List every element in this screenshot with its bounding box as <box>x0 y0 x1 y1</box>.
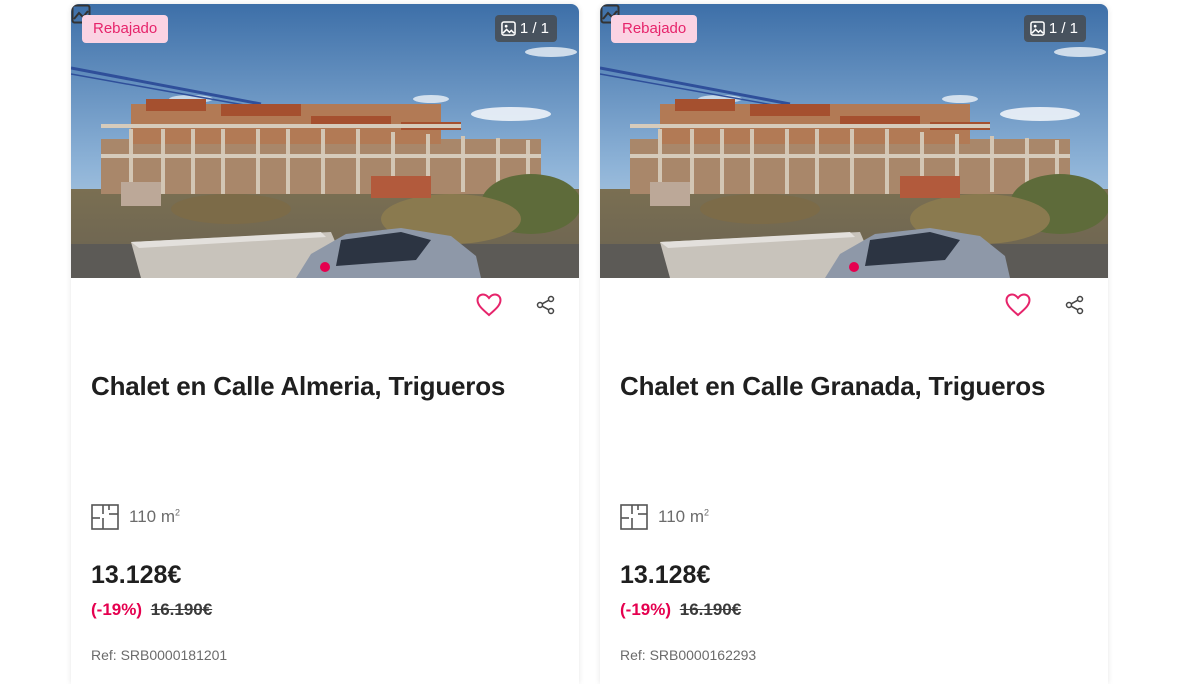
discount-percent: (-19%) <box>91 600 143 619</box>
floor-plan-icon <box>620 504 648 530</box>
listing-title[interactable]: Chalet en Calle Almeria, Trigueros <box>91 371 505 402</box>
listing-card[interactable]: Rebajado 1 / 1 Chalet en Cal <box>600 4 1108 684</box>
reference-code: Ref: SRB0000181201 <box>91 647 228 663</box>
old-price: 16.190€ <box>679 600 742 619</box>
current-price: 13.128€ <box>91 561 182 589</box>
favorite-button[interactable] <box>1005 292 1031 318</box>
card-actions <box>476 292 559 318</box>
floor-plan-icon <box>91 504 119 530</box>
heart-outline-icon <box>476 293 502 317</box>
image-icon <box>1030 21 1045 36</box>
discount-percent: (-19%) <box>620 600 672 619</box>
listing-card[interactable]: Rebajado 1 / 1 Chalet en Cal <box>71 4 579 684</box>
current-price: 13.128€ <box>620 561 711 589</box>
share-button[interactable] <box>533 292 559 318</box>
share-button[interactable] <box>1062 292 1088 318</box>
listing-title[interactable]: Chalet en Calle Granada, Trigueros <box>620 371 1045 402</box>
old-price: 16.190€ <box>150 600 213 619</box>
surface-area: 110 m2 <box>620 504 709 530</box>
price-discount: (-19%) 16.190€ <box>91 600 212 620</box>
discount-badge: Rebajado <box>82 15 169 43</box>
card-actions <box>1005 292 1088 318</box>
surface-area: 110 m2 <box>91 504 180 530</box>
share-icon <box>1065 295 1084 315</box>
heart-outline-icon <box>1005 293 1031 317</box>
listing-photo[interactable]: Rebajado 1 / 1 <box>71 4 579 278</box>
property-photo <box>71 4 579 278</box>
image-counter-label: 1 / 1 <box>1048 20 1078 37</box>
image-counter[interactable]: 1 / 1 <box>494 15 557 42</box>
surface-value: 110 m2 <box>658 507 710 526</box>
image-counter-label: 1 / 1 <box>519 20 549 37</box>
share-icon <box>536 295 555 315</box>
listing-photo[interactable]: Rebajado 1 / 1 <box>600 4 1108 278</box>
property-photo <box>600 4 1108 278</box>
reference-code: Ref: SRB0000162293 <box>620 647 757 663</box>
image-icon <box>501 21 516 36</box>
image-counter[interactable]: 1 / 1 <box>1023 15 1086 42</box>
discount-badge: Rebajado <box>611 15 698 43</box>
favorite-button[interactable] <box>476 292 502 318</box>
surface-value: 110 m2 <box>129 507 181 526</box>
price-discount: (-19%) 16.190€ <box>620 600 741 620</box>
